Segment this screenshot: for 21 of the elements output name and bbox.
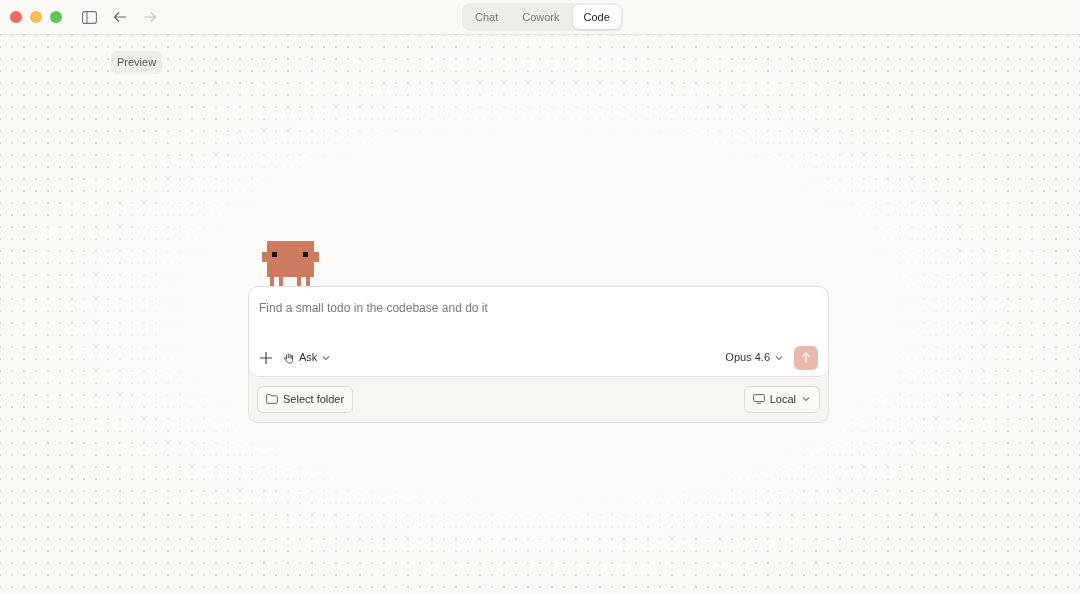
mode-tab[interactable]: Cowork: [511, 5, 571, 29]
pixel-creature-drawing: [262, 240, 319, 286]
mode-dropdown[interactable]: Ask: [283, 349, 332, 366]
preview-badge: Preview: [111, 51, 163, 74]
minimize-icon[interactable]: [30, 11, 42, 23]
environment-dropdown[interactable]: Local: [743, 385, 820, 413]
mode-tab[interactable]: Chat: [464, 5, 510, 29]
select-folder-button[interactable]: Select folder: [257, 385, 354, 413]
model-dropdown[interactable]: Opus 4.6: [725, 349, 784, 366]
close-icon[interactable]: [10, 11, 22, 23]
monitor-icon: [752, 394, 765, 404]
folder-icon: [266, 394, 278, 404]
prompt-input[interactable]: Find a small todo in the codebase and do it: [259, 298, 818, 317]
plus-icon[interactable]: [259, 350, 273, 365]
sidebar-icon[interactable]: [82, 10, 97, 24]
arrow-up-icon: [801, 352, 811, 363]
chevron-down-icon: [801, 394, 811, 404]
maximize-icon[interactable]: [50, 11, 62, 23]
back-arrow-icon[interactable]: [113, 11, 127, 23]
mode-tab[interactable]: Code: [572, 5, 621, 29]
hand-icon: [283, 351, 295, 364]
